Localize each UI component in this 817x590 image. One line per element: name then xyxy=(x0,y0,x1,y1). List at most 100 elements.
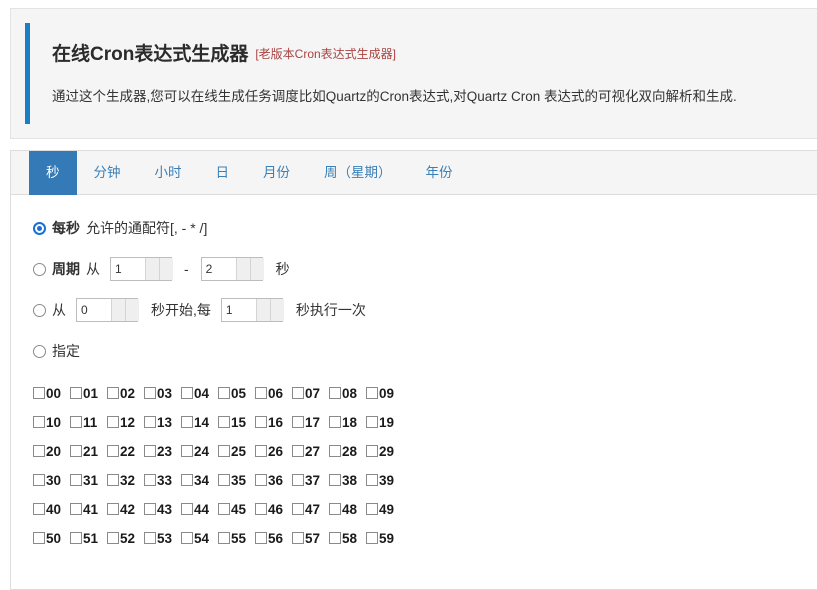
checkbox-cell-04[interactable]: 04 xyxy=(181,386,218,401)
checkbox-cell-20[interactable]: 20 xyxy=(33,444,70,459)
checkbox-59[interactable] xyxy=(366,532,378,544)
checkbox-cell-58[interactable]: 58 xyxy=(329,531,366,546)
checkbox-cell-57[interactable]: 57 xyxy=(292,531,329,546)
checkbox-20[interactable] xyxy=(33,445,45,457)
checkbox-cell-45[interactable]: 45 xyxy=(218,502,255,517)
checkbox-cell-27[interactable]: 27 xyxy=(292,444,329,459)
checkbox-cell-52[interactable]: 52 xyxy=(107,531,144,546)
checkbox-55[interactable] xyxy=(218,532,230,544)
legacy-version-link[interactable]: [老版本Cron表达式生成器] xyxy=(255,47,396,61)
checkbox-09[interactable] xyxy=(366,387,378,399)
checkbox-cell-46[interactable]: 46 xyxy=(255,502,292,517)
checkbox-11[interactable] xyxy=(70,416,82,428)
checkbox-cell-35[interactable]: 35 xyxy=(218,473,255,488)
checkbox-cell-39[interactable]: 39 xyxy=(366,473,403,488)
interval-step-input[interactable] xyxy=(220,298,283,322)
checkbox-cell-28[interactable]: 28 xyxy=(329,444,366,459)
radio-specify[interactable] xyxy=(33,344,46,358)
checkbox-56[interactable] xyxy=(255,532,267,544)
checkbox-cell-36[interactable]: 36 xyxy=(255,473,292,488)
checkbox-34[interactable] xyxy=(181,474,193,486)
checkbox-58[interactable] xyxy=(329,532,341,544)
checkbox-38[interactable] xyxy=(329,474,341,486)
checkbox-15[interactable] xyxy=(218,416,230,428)
checkbox-cell-13[interactable]: 13 xyxy=(144,415,181,430)
checkbox-14[interactable] xyxy=(181,416,193,428)
checkbox-cell-53[interactable]: 53 xyxy=(144,531,181,546)
checkbox-42[interactable] xyxy=(107,503,119,515)
checkbox-02[interactable] xyxy=(107,387,119,399)
checkbox-25[interactable] xyxy=(218,445,230,457)
cycle-end-input[interactable] xyxy=(200,257,263,281)
checkbox-cell-29[interactable]: 29 xyxy=(366,444,403,459)
checkbox-cell-43[interactable]: 43 xyxy=(144,502,181,517)
checkbox-cell-33[interactable]: 33 xyxy=(144,473,181,488)
checkbox-cell-50[interactable]: 50 xyxy=(33,531,70,546)
checkbox-cell-47[interactable]: 47 xyxy=(292,502,329,517)
checkbox-29[interactable] xyxy=(366,445,378,457)
checkbox-13[interactable] xyxy=(144,416,156,428)
checkbox-cell-30[interactable]: 30 xyxy=(33,473,70,488)
checkbox-51[interactable] xyxy=(70,532,82,544)
checkbox-33[interactable] xyxy=(144,474,156,486)
checkbox-54[interactable] xyxy=(181,532,193,544)
checkbox-50[interactable] xyxy=(33,532,45,544)
checkbox-24[interactable] xyxy=(181,445,193,457)
checkbox-cell-08[interactable]: 08 xyxy=(329,386,366,401)
checkbox-03[interactable] xyxy=(144,387,156,399)
checkbox-cell-02[interactable]: 02 xyxy=(107,386,144,401)
checkbox-19[interactable] xyxy=(366,416,378,428)
checkbox-37[interactable] xyxy=(292,474,304,486)
checkbox-cell-10[interactable]: 10 xyxy=(33,415,70,430)
radio-every[interactable] xyxy=(33,221,46,235)
checkbox-57[interactable] xyxy=(292,532,304,544)
checkbox-26[interactable] xyxy=(255,445,267,457)
checkbox-cell-09[interactable]: 09 xyxy=(366,386,403,401)
checkbox-06[interactable] xyxy=(255,387,267,399)
checkbox-30[interactable] xyxy=(33,474,45,486)
checkbox-cell-42[interactable]: 42 xyxy=(107,502,144,517)
checkbox-00[interactable] xyxy=(33,387,45,399)
checkbox-cell-01[interactable]: 01 xyxy=(70,386,107,401)
checkbox-cell-59[interactable]: 59 xyxy=(366,531,403,546)
checkbox-cell-38[interactable]: 38 xyxy=(329,473,366,488)
checkbox-cell-55[interactable]: 55 xyxy=(218,531,255,546)
checkbox-04[interactable] xyxy=(181,387,193,399)
checkbox-cell-54[interactable]: 54 xyxy=(181,531,218,546)
checkbox-35[interactable] xyxy=(218,474,230,486)
checkbox-46[interactable] xyxy=(255,503,267,515)
checkbox-cell-32[interactable]: 32 xyxy=(107,473,144,488)
checkbox-cell-05[interactable]: 05 xyxy=(218,386,255,401)
checkbox-cell-41[interactable]: 41 xyxy=(70,502,107,517)
checkbox-48[interactable] xyxy=(329,503,341,515)
checkbox-44[interactable] xyxy=(181,503,193,515)
checkbox-45[interactable] xyxy=(218,503,230,515)
checkbox-08[interactable] xyxy=(329,387,341,399)
tab-month[interactable]: 月份 xyxy=(246,151,307,195)
checkbox-cell-23[interactable]: 23 xyxy=(144,444,181,459)
radio-cycle[interactable] xyxy=(33,262,46,276)
checkbox-cell-06[interactable]: 06 xyxy=(255,386,292,401)
checkbox-cell-03[interactable]: 03 xyxy=(144,386,181,401)
checkbox-cell-17[interactable]: 17 xyxy=(292,415,329,430)
checkbox-cell-07[interactable]: 07 xyxy=(292,386,329,401)
checkbox-47[interactable] xyxy=(292,503,304,515)
checkbox-31[interactable] xyxy=(70,474,82,486)
checkbox-cell-14[interactable]: 14 xyxy=(181,415,218,430)
checkbox-cell-44[interactable]: 44 xyxy=(181,502,218,517)
checkbox-cell-40[interactable]: 40 xyxy=(33,502,70,517)
tab-hour[interactable]: 小时 xyxy=(138,151,199,195)
checkbox-17[interactable] xyxy=(292,416,304,428)
cycle-start-input[interactable] xyxy=(110,257,172,281)
checkbox-cell-37[interactable]: 37 xyxy=(292,473,329,488)
checkbox-40[interactable] xyxy=(33,503,45,515)
checkbox-cell-49[interactable]: 49 xyxy=(366,502,403,517)
checkbox-cell-48[interactable]: 48 xyxy=(329,502,366,517)
checkbox-10[interactable] xyxy=(33,416,45,428)
checkbox-cell-18[interactable]: 18 xyxy=(329,415,366,430)
checkbox-cell-22[interactable]: 22 xyxy=(107,444,144,459)
checkbox-28[interactable] xyxy=(329,445,341,457)
checkbox-cell-34[interactable]: 34 xyxy=(181,473,218,488)
checkbox-cell-31[interactable]: 31 xyxy=(70,473,107,488)
checkbox-23[interactable] xyxy=(144,445,156,457)
